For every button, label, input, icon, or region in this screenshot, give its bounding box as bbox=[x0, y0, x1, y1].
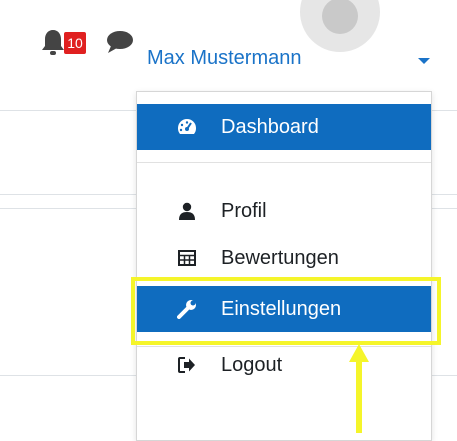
sign-out-icon bbox=[177, 355, 197, 375]
table-grid-icon bbox=[177, 248, 197, 268]
arrow-up-icon bbox=[349, 344, 369, 433]
dashboard-gauge-icon bbox=[177, 117, 197, 137]
menu-item-logout[interactable]: Logout bbox=[137, 342, 431, 388]
user-icon bbox=[177, 201, 197, 221]
menu-item-label: Bewertungen bbox=[221, 246, 339, 269]
menu-item-label: Logout bbox=[221, 353, 283, 376]
menu-item-label: Profil bbox=[221, 199, 267, 222]
user-dropdown-menu: Dashboard Profil Bewertungen Einstellung… bbox=[136, 91, 432, 441]
messages-button[interactable] bbox=[106, 30, 134, 54]
menu-item-label: Dashboard bbox=[221, 115, 319, 138]
notifications-button[interactable]: 10 bbox=[40, 26, 86, 56]
menu-item-bewertungen[interactable]: Bewertungen bbox=[137, 235, 431, 281]
bell-icon bbox=[42, 30, 64, 55]
menu-item-dashboard[interactable]: Dashboard bbox=[137, 104, 431, 150]
menu-divider bbox=[137, 162, 431, 163]
menu-item-profil[interactable]: Profil bbox=[137, 188, 431, 234]
caret-down-icon[interactable] bbox=[418, 58, 430, 64]
highlight-box bbox=[131, 277, 441, 345]
notification-count-badge: 10 bbox=[64, 32, 86, 54]
chat-bubble-icon bbox=[107, 31, 133, 53]
user-menu-toggle[interactable]: Max Mustermann bbox=[147, 47, 302, 70]
